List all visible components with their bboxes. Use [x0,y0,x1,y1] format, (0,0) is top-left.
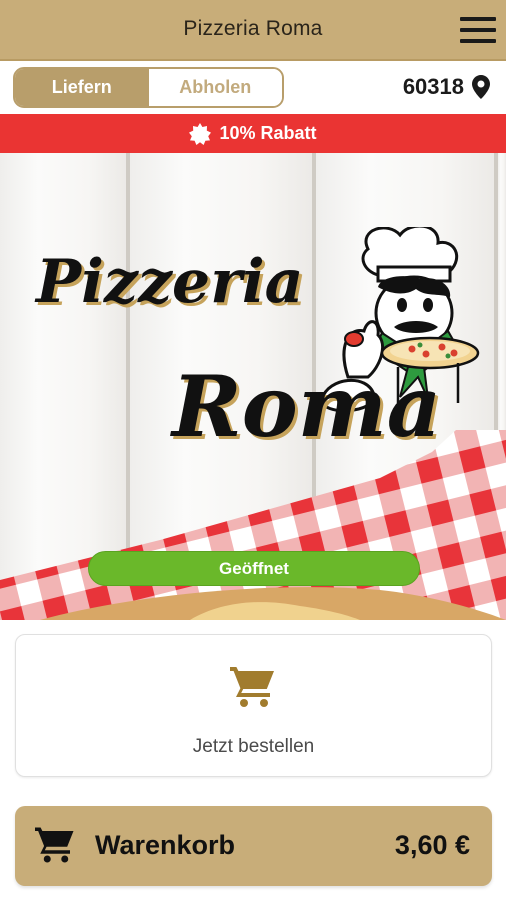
zip-code: 60318 [402,74,464,99]
cart-label: Warenkorb [95,830,236,860]
discount-banner: 10% Rabatt [0,114,506,153]
app-header: Pizzeria Roma [0,0,506,61]
shopping-cart-icon [35,827,74,863]
delivery-mode-toggle: Liefern Abholen [13,67,284,108]
delivery-tab[interactable]: Liefern [15,69,149,106]
order-mode-bar: Liefern Abholen 60318 [0,61,506,114]
checkered-tablecloth [0,430,506,620]
discount-text: 10% Rabatt [219,123,317,143]
cart-button[interactable]: Warenkorb 3,60 € [15,806,492,886]
order-now-card[interactable]: Jetzt bestellen [15,634,492,777]
discount-badge-icon [189,122,212,145]
location-pin-icon [472,75,490,99]
logo-text-line1: Pizzeria [36,247,304,317]
pickup-tab[interactable]: Abholen [148,69,282,106]
open-status-badge: Geöffnet [88,551,420,586]
zip-code-selector[interactable]: 60318 [403,74,490,100]
shopping-cart-icon [230,667,274,707]
hamburger-menu-icon[interactable] [460,17,496,44]
order-now-label: Jetzt bestellen [192,736,315,757]
cart-total: 3,60 € [394,830,470,860]
restaurant-hero-image: Pizzeria Roma Geöffnet [0,153,506,620]
app-title: Pizzeria Roma [183,17,323,40]
